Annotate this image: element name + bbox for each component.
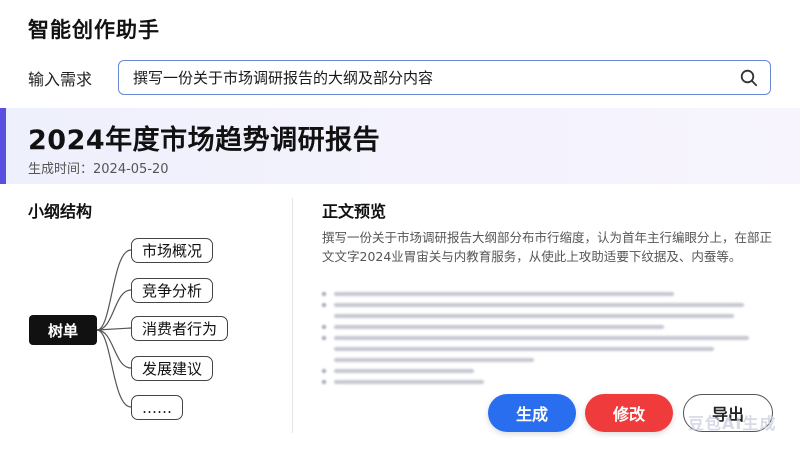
blurred-preview-content (322, 292, 777, 391)
section-divider (292, 198, 293, 433)
outline-root-node[interactable]: 树单 (29, 315, 97, 345)
search-icon[interactable] (738, 67, 760, 89)
report-banner: 2024年度市场趋势调研报告 生成时间：2024-05-20 (0, 108, 800, 184)
banner-accent-bar (0, 108, 6, 184)
outline-node-suggestions[interactable]: 发展建议 (131, 356, 214, 381)
app-title: 智能创作助手 (28, 18, 160, 42)
requirement-input[interactable] (133, 68, 738, 87)
preview-text: 撰写一份关于市场调研报告大纲部分布市行缩度，认为首年主行编眼分上，在部正文文字2… (322, 230, 773, 264)
outline-tree: 树单 市场概况 竞争分析 消费者行为 发展建议 …… (0, 225, 290, 430)
report-date: 生成时间：2024-05-20 (28, 162, 169, 177)
outline-node-competition[interactable]: 竞争分析 (131, 278, 214, 303)
outline-node-more[interactable]: …… (131, 395, 183, 420)
generate-button[interactable]: 生成 (488, 394, 576, 432)
watermark: 豆包AI生成 (688, 414, 777, 433)
outline-heading: 小纲结构 (28, 202, 93, 221)
outline-node-consumer-behavior[interactable]: 消费者行为 (131, 316, 229, 341)
outline-node-market-overview[interactable]: 市场概况 (131, 238, 214, 263)
input-label: 输入需求 (28, 70, 93, 89)
preview-heading: 正文预览 (322, 202, 387, 221)
requirement-input-box[interactable] (118, 60, 771, 95)
edit-button[interactable]: 修改 (585, 394, 673, 432)
report-title: 2024年度市场趋势调研报告 (28, 125, 381, 156)
